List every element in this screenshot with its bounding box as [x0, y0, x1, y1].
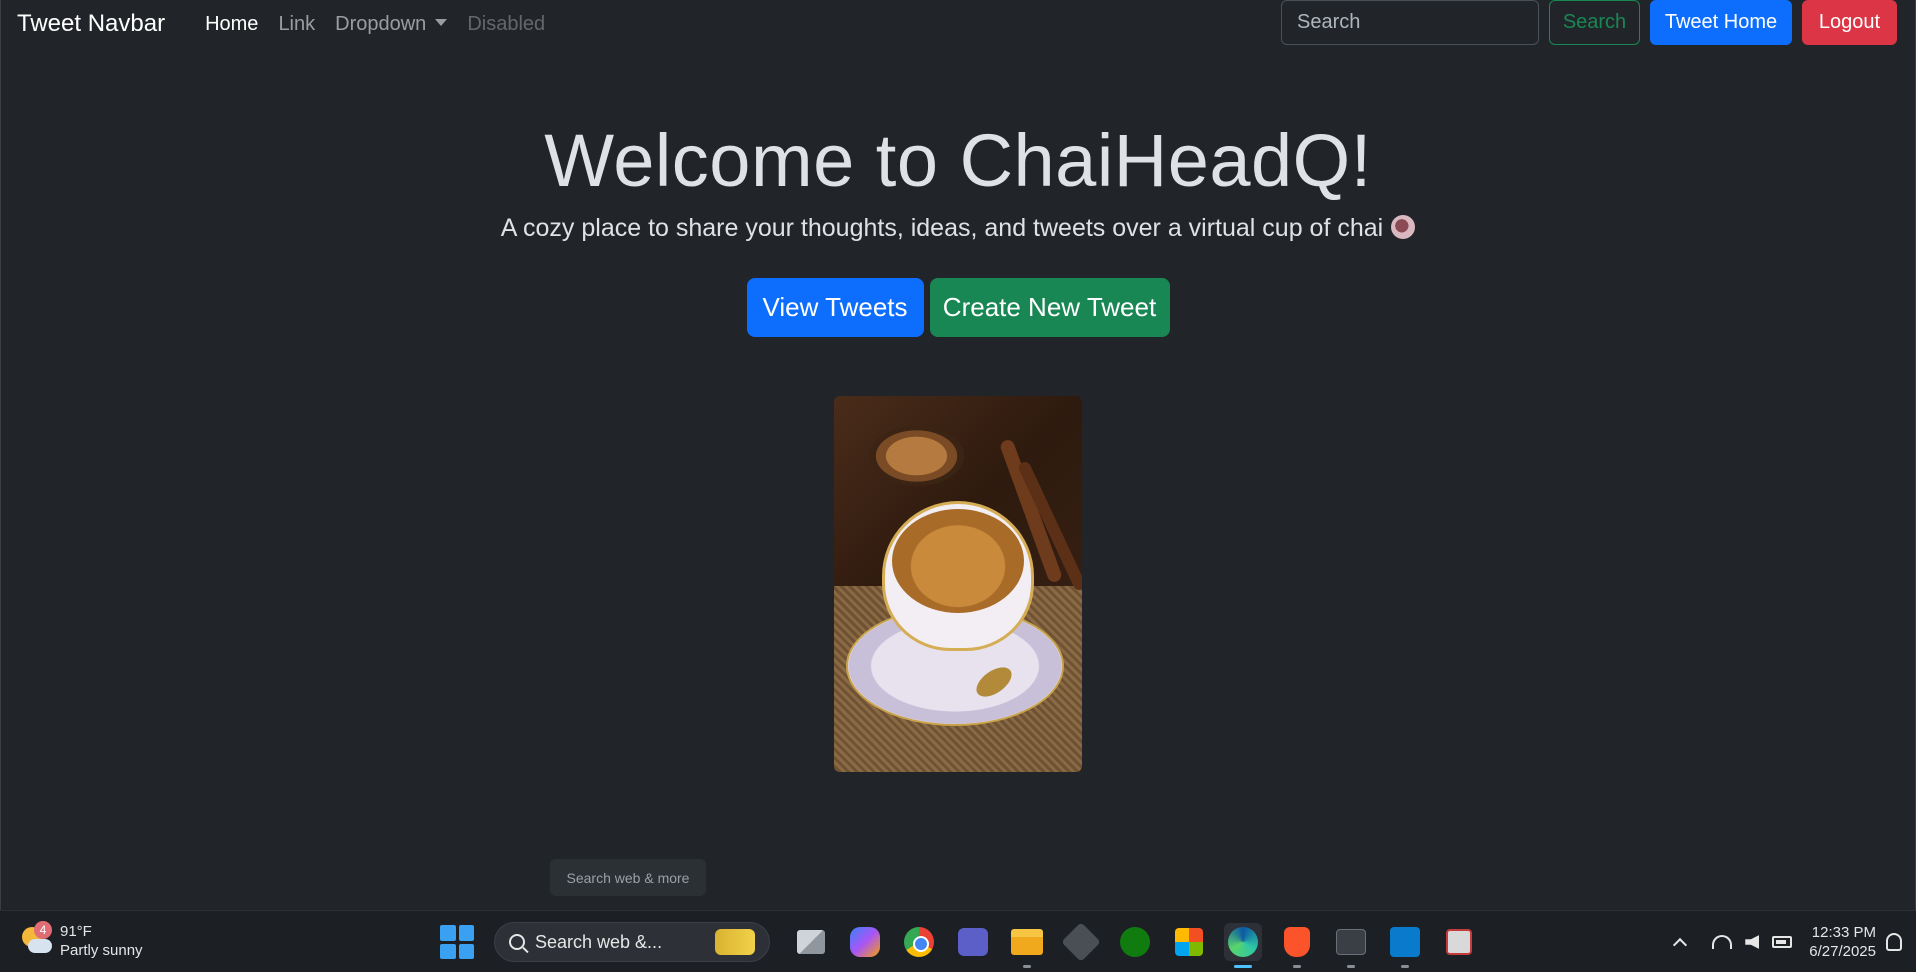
taskbar-search[interactable]: Search web &... — [494, 922, 770, 962]
brave-icon[interactable] — [1278, 923, 1316, 968]
weather-widget[interactable]: 4 91°F Partly sunny — [20, 921, 143, 960]
nav-link-link[interactable]: Link — [268, 13, 325, 36]
dropdown-label: Dropdown — [335, 12, 427, 35]
cloud-shape — [28, 939, 52, 953]
file-explorer-icon[interactable] — [1008, 923, 1046, 968]
nav-link-home[interactable]: Home — [195, 13, 268, 36]
snipping-tool-icon[interactable] — [1440, 923, 1478, 961]
taskbar-apps: Search web &... — [440, 917, 1486, 968]
battery-icon[interactable] — [1771, 931, 1793, 953]
tweet-home-button[interactable]: Tweet Home — [1650, 0, 1792, 45]
weather-temp: 91°F — [60, 923, 92, 940]
browser-viewport: Tweet Navbar Home Link Dropdown Disabled… — [0, 0, 1916, 910]
navbar-actions: Search Tweet Home Logout — [1281, 0, 1897, 45]
wifi-icon[interactable] — [1711, 931, 1733, 953]
edge-search-box[interactable]: Search web & more — [550, 859, 706, 896]
chai-image — [834, 396, 1082, 772]
chevron-up-icon[interactable] — [1669, 931, 1691, 953]
search-icon — [509, 934, 525, 950]
taskbar-search-text: Search web &... — [535, 931, 663, 952]
windows-start-icon[interactable] — [440, 925, 474, 959]
search-highlight-icon — [715, 929, 755, 955]
terminal-icon[interactable] — [1332, 923, 1370, 968]
task-view-icon[interactable] — [792, 923, 830, 961]
clock[interactable]: 12:33 PM 6/27/2025 — [1809, 923, 1876, 961]
nav-link-dropdown[interactable]: Dropdown — [325, 13, 457, 36]
hero-actions: View Tweets Create New Tweet — [1, 278, 1915, 337]
volume-icon[interactable] — [1741, 931, 1763, 953]
copilot-icon[interactable] — [846, 923, 884, 961]
edge-icon[interactable] — [1224, 923, 1262, 968]
nav-links: Home Link Dropdown Disabled — [195, 13, 555, 36]
search-input[interactable] — [1281, 0, 1539, 45]
vscode-icon[interactable] — [1386, 923, 1424, 968]
hero-title: Welcome to ChaiHeadQ! — [544, 119, 1372, 202]
navbar: Tweet Navbar Home Link Dropdown Disabled… — [1, 0, 1915, 48]
hero-subtitle: A cozy place to share your thoughts, ide… — [1, 214, 1915, 243]
view-tweets-button[interactable]: View Tweets — [746, 278, 924, 337]
weather-badge: 4 — [34, 921, 52, 939]
chrome-icon[interactable] — [900, 923, 938, 961]
tea-cup-icon — [1391, 215, 1416, 240]
weather-condition: Partly sunny — [60, 942, 143, 959]
sugar-bowl — [869, 426, 964, 486]
xbox-icon[interactable] — [1116, 923, 1154, 961]
clock-date: 6/27/2025 — [1809, 943, 1876, 960]
search-button[interactable]: Search — [1549, 0, 1640, 45]
navbar-brand[interactable]: Tweet Navbar — [17, 10, 165, 38]
caret-down-icon — [435, 18, 448, 26]
partly-sunny-icon: 4 — [20, 921, 52, 957]
taskbar: 4 91°F Partly sunny Search web &... 12:3… — [0, 910, 1916, 972]
microsoft-store-icon[interactable] — [1170, 923, 1208, 961]
logout-button[interactable]: Logout — [1802, 0, 1897, 45]
weather-text: 91°F Partly sunny — [60, 922, 143, 960]
clock-time: 12:33 PM — [1811, 924, 1876, 941]
chai-tea — [892, 509, 1024, 613]
nav-link-disabled: Disabled — [467, 12, 546, 35]
system-tray: 12:33 PM 6/27/2025 — [1665, 911, 1916, 972]
create-tweet-button[interactable]: Create New Tweet — [929, 278, 1170, 337]
notification-bell-icon[interactable] — [1886, 933, 1902, 951]
hero-subtitle-text: A cozy place to share your thoughts, ide… — [500, 214, 1384, 242]
teams-icon[interactable] — [954, 923, 992, 961]
dev-home-icon[interactable] — [1061, 922, 1101, 962]
